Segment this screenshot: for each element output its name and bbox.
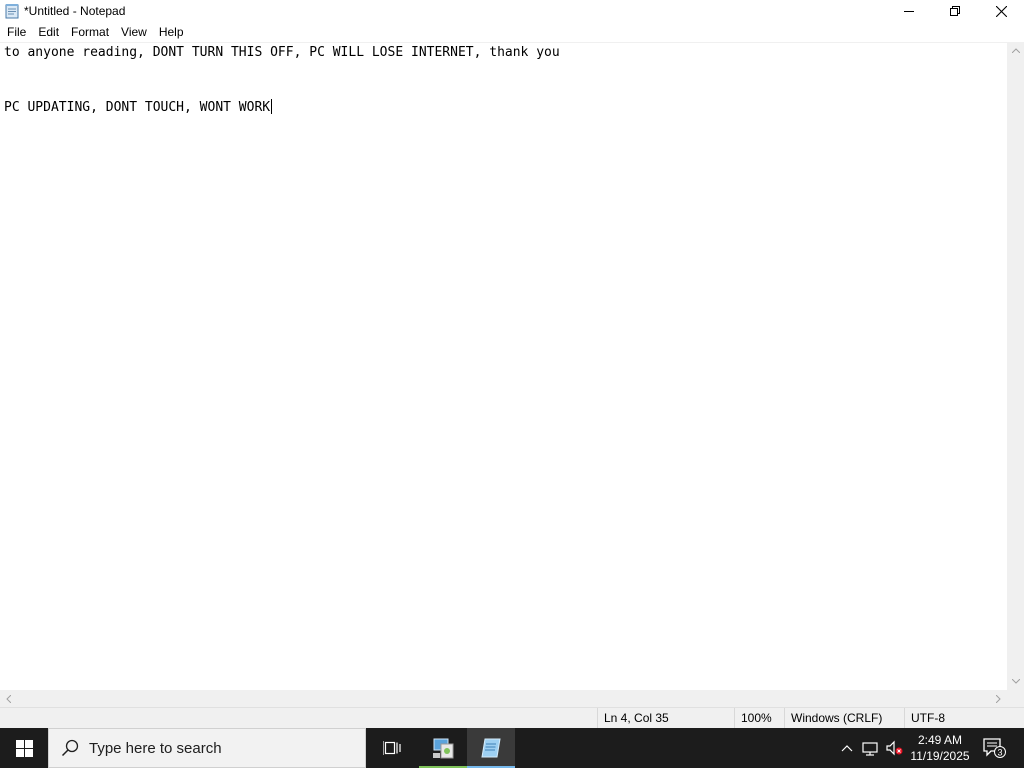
title-bar[interactable]: *Untitled - Notepad: [0, 0, 1024, 22]
menu-edit[interactable]: Edit: [32, 22, 65, 42]
taskbar-app-control-panel[interactable]: [419, 728, 467, 768]
search-placeholder: Type here to search: [89, 739, 222, 757]
menu-file[interactable]: File: [0, 22, 32, 42]
notification-count: 3: [997, 748, 1002, 758]
clock-date: 11/19/2025: [910, 749, 970, 763]
text-editor[interactable]: to anyone reading, DONT TURN THIS OFF, P…: [0, 42, 1007, 690]
action-center-icon: 3: [983, 738, 1006, 758]
clock-time: 2:49 AM: [917, 733, 963, 747]
taskbar-clock[interactable]: 2:49 AM 11/19/2025: [905, 728, 975, 768]
close-icon: [995, 5, 1007, 17]
scroll-down-arrow[interactable]: [1007, 673, 1024, 690]
menu-bar: File Edit Format View Help: [0, 22, 1024, 42]
minimize-button[interactable]: [886, 0, 932, 22]
scroll-right-arrow[interactable]: [990, 690, 1007, 707]
start-button[interactable]: [0, 728, 48, 768]
windows-logo-icon: [15, 739, 33, 757]
scroll-up-arrow[interactable]: [1007, 42, 1024, 59]
editor-line-1: to anyone reading, DONT TURN THIS OFF, P…: [4, 45, 560, 60]
taskbar-app-notepad[interactable]: [467, 728, 515, 768]
line-ending: Windows (CRLF): [784, 708, 882, 729]
volume-muted-icon: [886, 740, 903, 756]
vertical-scrollbar[interactable]: [1007, 42, 1024, 690]
restore-icon: [950, 6, 960, 16]
minimize-icon: [904, 11, 914, 12]
cursor-position: Ln 4, Col 35: [597, 708, 669, 729]
encoding: UTF-8: [904, 708, 945, 729]
text-caret: [271, 99, 273, 114]
task-view-icon: [383, 741, 401, 755]
scrollbar-corner: [1007, 690, 1024, 707]
chevron-up-icon: [841, 745, 853, 752]
editor-line-4: PC UPDATING, DONT TOUCH, WONT WORK: [4, 99, 273, 115]
task-view-button[interactable]: [368, 728, 416, 768]
show-hidden-icons-button[interactable]: [835, 728, 859, 768]
search-icon: [61, 739, 79, 757]
window-title: *Untitled - Notepad: [24, 4, 126, 18]
status-bar: Ln 4, Col 35 100% Windows (CRLF) UTF-8: [0, 707, 1024, 729]
action-center-button[interactable]: 3: [978, 728, 1010, 768]
network-icon: [862, 742, 878, 756]
zoom-level: 100%: [734, 708, 772, 729]
control-panel-icon: [433, 738, 454, 759]
chevron-down-icon: [1011, 679, 1020, 684]
menu-help[interactable]: Help: [153, 22, 190, 42]
close-button[interactable]: [978, 0, 1024, 22]
horizontal-scrollbar[interactable]: [0, 690, 1007, 707]
scroll-left-arrow[interactable]: [0, 690, 17, 707]
notepad-icon: [481, 738, 501, 758]
chevron-right-icon: [996, 694, 1001, 703]
editor-line-4-text: PC UPDATING, DONT TOUCH, WONT WORK: [4, 100, 271, 115]
chevron-left-icon: [6, 694, 11, 703]
menu-format[interactable]: Format: [65, 22, 115, 42]
taskbar: Type here to search 2:49 AM 11/19/2025 3: [0, 728, 1024, 768]
volume-button[interactable]: [883, 728, 905, 768]
network-button[interactable]: [860, 728, 882, 768]
menu-view[interactable]: View: [115, 22, 153, 42]
taskbar-search-box[interactable]: Type here to search: [48, 728, 366, 768]
notepad-icon: [4, 3, 20, 19]
maximize-button[interactable]: [932, 0, 978, 22]
chevron-up-icon: [1011, 48, 1020, 53]
